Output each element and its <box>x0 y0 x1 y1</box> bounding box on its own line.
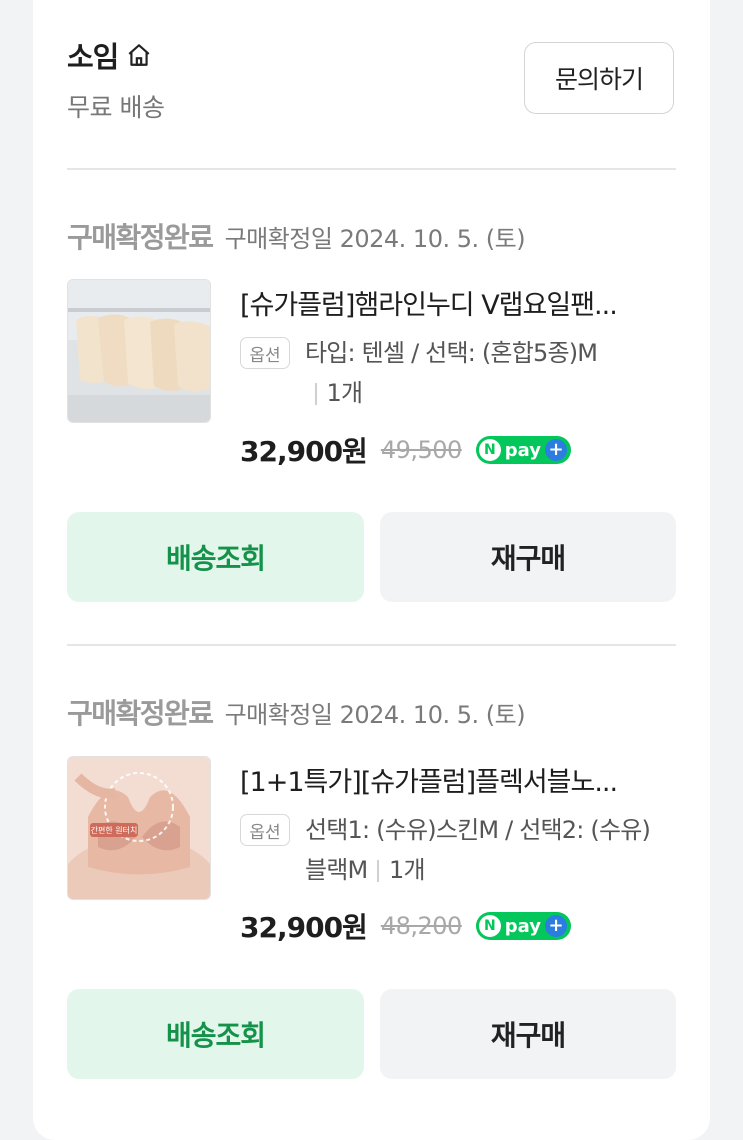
original-price: 48,200 <box>380 912 462 940</box>
product-title[interactable]: [슈가플럼]햄라인누디 V랩요일팬... <box>240 283 680 322</box>
inquire-button[interactable]: 문의하기 <box>524 42 674 114</box>
plus-icon: + <box>545 915 568 937</box>
naver-n-icon: N <box>478 439 501 461</box>
price-row: 32,900원 48,200 N pay + <box>240 906 572 946</box>
product-image-bra: 간편한 원터치 <box>68 757 210 899</box>
option-value: 선택1: (수유)스킨M / 선택2: (수유)블랙M <box>305 816 651 884</box>
divider <box>67 644 676 646</box>
product-image-underwear <box>68 280 210 422</box>
store-name[interactable]: 소임 <box>67 34 152 76</box>
price: 32,900원 <box>240 911 368 944</box>
option-text: 선택1: (수유)스킨M / 선택2: (수유)블랙M 1개 <box>305 810 670 890</box>
npay-plus-badge: N pay + <box>475 436 572 464</box>
rebuy-button[interactable]: 재구매 <box>380 989 676 1079</box>
product-thumbnail[interactable]: 간편한 원터치 <box>67 756 211 900</box>
shipping-info: 무료 배송 <box>67 93 165 122</box>
option-badge: 옵션 <box>240 337 290 369</box>
product-title[interactable]: [1+1특가][슈가플럼]플렉서블노... <box>240 760 680 799</box>
track-delivery-button[interactable]: 배송조회 <box>67 512 364 602</box>
store-name-text[interactable]: 소임 <box>67 34 119 76</box>
quantity: 1개 <box>388 856 426 884</box>
separator <box>377 860 379 882</box>
track-delivery-button[interactable]: 배송조회 <box>67 989 364 1079</box>
quantity: 1개 <box>326 379 364 407</box>
option-badge: 옵션 <box>240 814 290 846</box>
thumb-caption: 간편한 원터치 <box>91 825 138 835</box>
npay-label: pay <box>504 915 542 937</box>
order-status-row: 구매확정완료 구매확정일 2024. 10. 5. (토) <box>67 692 526 732</box>
plus-icon: + <box>545 439 568 461</box>
price: 32,900원 <box>240 435 368 468</box>
separator <box>315 383 317 405</box>
price-row: 32,900원 49,500 N pay + <box>240 430 572 470</box>
option-value: 타입: 텐셀 / 선택: (혼합5종)M <box>305 339 598 367</box>
rebuy-button[interactable]: 재구매 <box>380 512 676 602</box>
order-status-row: 구매확정완료 구매확정일 2024. 10. 5. (토) <box>67 216 526 256</box>
product-thumbnail[interactable] <box>67 279 211 423</box>
original-price: 49,500 <box>380 436 462 464</box>
naver-n-icon: N <box>478 915 501 937</box>
option-text: 타입: 텐셀 / 선택: (혼합5종)M 1개 <box>305 333 670 413</box>
order-status: 구매확정완료 <box>67 221 214 254</box>
npay-plus-badge: N pay + <box>475 912 572 940</box>
home-icon <box>128 44 150 66</box>
order-status: 구매확정완료 <box>67 697 214 730</box>
divider <box>67 168 676 170</box>
npay-label: pay <box>504 439 542 461</box>
confirm-date: 구매확정일 2024. 10. 5. (토) <box>224 701 526 729</box>
confirm-date: 구매확정일 2024. 10. 5. (토) <box>224 225 526 253</box>
